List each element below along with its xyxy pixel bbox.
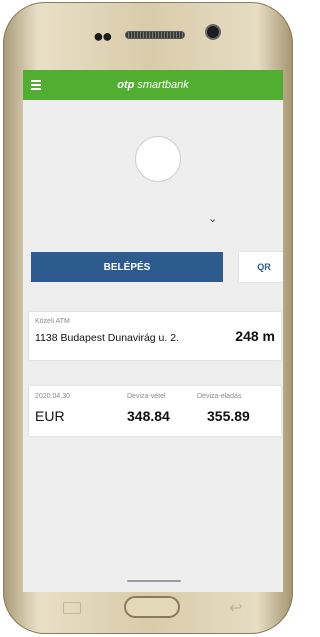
sensor-dots: ●● <box>93 26 113 46</box>
phone-top: ●● <box>3 2 293 70</box>
hamburger-icon[interactable] <box>31 80 41 90</box>
brand-rest: smartbank <box>137 79 189 91</box>
back-arrow-icon[interactable]: ↩ <box>229 598 242 618</box>
home-button[interactable] <box>124 596 180 618</box>
atm-label: Közeli ATM <box>35 318 70 325</box>
app-header: otp smartbank <box>23 70 283 100</box>
app-logo: otp smartbank <box>23 79 283 91</box>
user-avatar[interactable] <box>135 136 181 182</box>
fx-buy-value: 348.84 <box>127 408 170 424</box>
earpiece-speaker <box>125 31 185 39</box>
brand-bold: otp <box>117 79 135 91</box>
chevron-down-icon[interactable]: ⌄ <box>208 212 217 225</box>
nearby-atm-card[interactable]: Közeli ATM 1138 Budapest Dunavirág u. 2.… <box>29 312 281 360</box>
app-screen: otp smartbank ⌄ BELÉPÉS QR Közeli ATM 113… <box>23 70 283 592</box>
gesture-bar[interactable] <box>127 580 181 582</box>
fx-sell-label: Deviza-eladás <box>197 393 242 400</box>
recent-apps-icon[interactable] <box>63 602 81 614</box>
fx-date: 2020.04.30 <box>35 393 71 400</box>
fx-sell-value: 355.89 <box>207 408 250 424</box>
atm-distance: 248 m <box>235 328 275 344</box>
atm-address: 1138 Budapest Dunavirág u. 2. <box>35 332 179 344</box>
login-button[interactable]: BELÉPÉS <box>31 252 223 282</box>
exchange-rate-card[interactable]: 2020.04.30 Deviza-vétel Deviza-eladás EU… <box>29 386 281 436</box>
fx-buy-label: Deviza-vétel <box>127 393 166 400</box>
front-camera <box>207 26 219 38</box>
phone-frame: ●● otp smartbank ⌄ BELÉPÉS QR Közeli ATM … <box>3 2 293 634</box>
fx-currency: EUR <box>35 408 65 424</box>
qr-button[interactable]: QR <box>239 252 283 282</box>
